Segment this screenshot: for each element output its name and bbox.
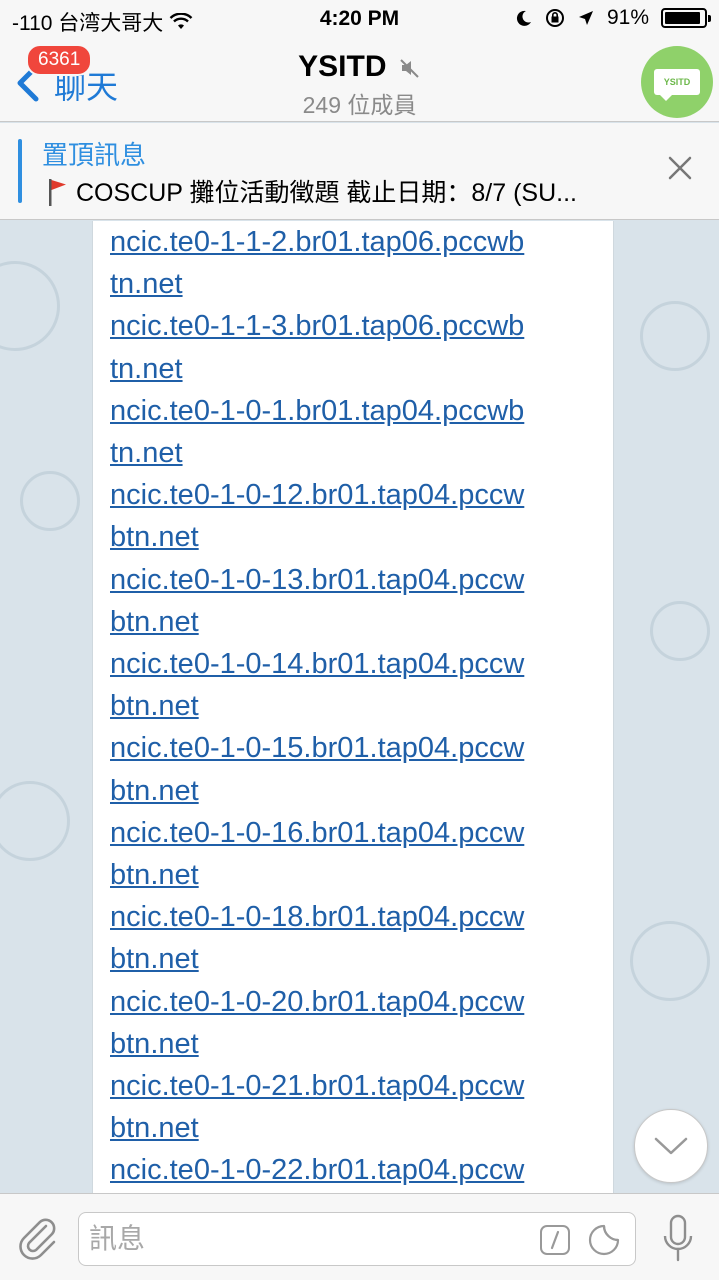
- pinned-title: 置頂訊息: [42, 140, 147, 170]
- pinned-text-row: COSCUP 攤位活動徵題 截止日期：8/7 (SU...: [46, 173, 636, 209]
- paperclip-icon[interactable]: [16, 1214, 60, 1262]
- mute-icon: [400, 59, 419, 78]
- chat-area[interactable]: ncic.te0-1-1-2.br01.tap06.pccwb tn.net nci…: [0, 221, 719, 1193]
- message-link-line[interactable]: ncic.te0-1-0-18.br01.tap04.pccw: [110, 896, 610, 938]
- message-link-line[interactable]: ncic.te0-1-0-21.br01.tap04.pccw: [110, 1065, 610, 1107]
- nav-bar: 聊天 6361 YSITD 249 位成員 YSITD: [0, 40, 719, 122]
- message-link-line[interactable]: ncic.te0-1-0-14.br01.tap04.pccw: [110, 643, 610, 685]
- group-avatar[interactable]: YSITD: [641, 46, 713, 118]
- flag-icon: [49, 179, 66, 206]
- bot-command-icon[interactable]: [539, 1224, 571, 1256]
- background-doodle: [0, 261, 60, 351]
- message-link-line[interactable]: btn.net: [110, 770, 610, 812]
- location-icon: [578, 11, 593, 25]
- message-link-line[interactable]: ncic.te0-1-1-2.br01.tap06.pccwb: [110, 221, 610, 263]
- battery-icon: [661, 8, 711, 28]
- input-bar: [0, 1193, 719, 1280]
- message-link-line[interactable]: tn.net: [110, 348, 610, 390]
- message-link-line[interactable]: ncic.te0-1-0-12.br01.tap04.pccw: [110, 474, 610, 516]
- message-link-line[interactable]: ncic.te0-1-0-22.br01.tap04.pccw: [110, 1149, 610, 1191]
- message-link-line[interactable]: tn.net: [110, 432, 610, 474]
- battery-fill: [665, 12, 700, 24]
- pinned-message[interactable]: 置頂訊息 COSCUP 攤位活動徵題 截止日期：8/7 (SU...: [0, 123, 719, 220]
- message-link-line[interactable]: tn.net: [110, 263, 610, 305]
- background-doodle: [20, 471, 80, 531]
- message-link-line[interactable]: btn.net: [110, 938, 610, 980]
- battery-percent: 91%: [606, 6, 649, 29]
- sticker-icon[interactable]: [587, 1223, 621, 1257]
- message-link-line[interactable]: ncic.te0-1-0-15.br01.tap04.pccw: [110, 727, 610, 769]
- background-doodle: [640, 301, 710, 371]
- rotation-lock-icon: [545, 9, 564, 27]
- status-right: 91%: [515, 6, 711, 30]
- pinned-accent-bar: [18, 139, 22, 203]
- message-link-line[interactable]: btn.net: [110, 601, 610, 643]
- message-link-line[interactable]: btn.net: [110, 1023, 610, 1065]
- member-count: 249 位成員: [302, 92, 417, 118]
- message-link-line[interactable]: btn.net: [110, 685, 610, 727]
- pinned-text: COSCUP 攤位活動徵題 截止日期：8/7 (SU...: [76, 179, 577, 207]
- status-bar: -110 台湾大哥大 4:20 PM 91%: [0, 0, 719, 40]
- message-input-field[interactable]: [78, 1212, 636, 1266]
- scroll-down-button[interactable]: [634, 1109, 708, 1183]
- background-doodle: [650, 601, 710, 661]
- message-link-line[interactable]: ncic.te0-1-1-3.br01.tap06.pccwb: [110, 305, 610, 347]
- close-icon[interactable]: [665, 153, 695, 183]
- background-doodle: [630, 921, 710, 1001]
- message-link-line[interactable]: ncic.te0-1-0-13.br01.tap04.pccw: [110, 559, 610, 601]
- microphone-icon[interactable]: [660, 1212, 696, 1266]
- message-link-line[interactable]: btn.net: [110, 854, 610, 896]
- message-link-line[interactable]: ncic.te0-1-0-1.br01.tap04.pccwb: [110, 390, 610, 432]
- background-doodle: [0, 781, 70, 861]
- message-link-line[interactable]: btn.net: [110, 1107, 610, 1149]
- message-link-line[interactable]: btn.net: [110, 516, 610, 558]
- message-links: ncic.te0-1-1-2.br01.tap06.pccwb tn.net nci…: [110, 221, 610, 1192]
- message-link-line[interactable]: ncic.te0-1-0-16.br01.tap04.pccw: [110, 812, 610, 854]
- chat-title[interactable]: YSITD: [0, 50, 719, 84]
- chevron-down-icon: [654, 1137, 688, 1155]
- message-input[interactable]: [89, 1221, 529, 1257]
- chat-title-text: YSITD: [298, 50, 387, 83]
- avatar-label: YSITD: [654, 69, 700, 101]
- moon-icon: [516, 10, 531, 26]
- message-link-line[interactable]: ncic.te0-1-0-20.br01.tap04.pccw: [110, 981, 610, 1023]
